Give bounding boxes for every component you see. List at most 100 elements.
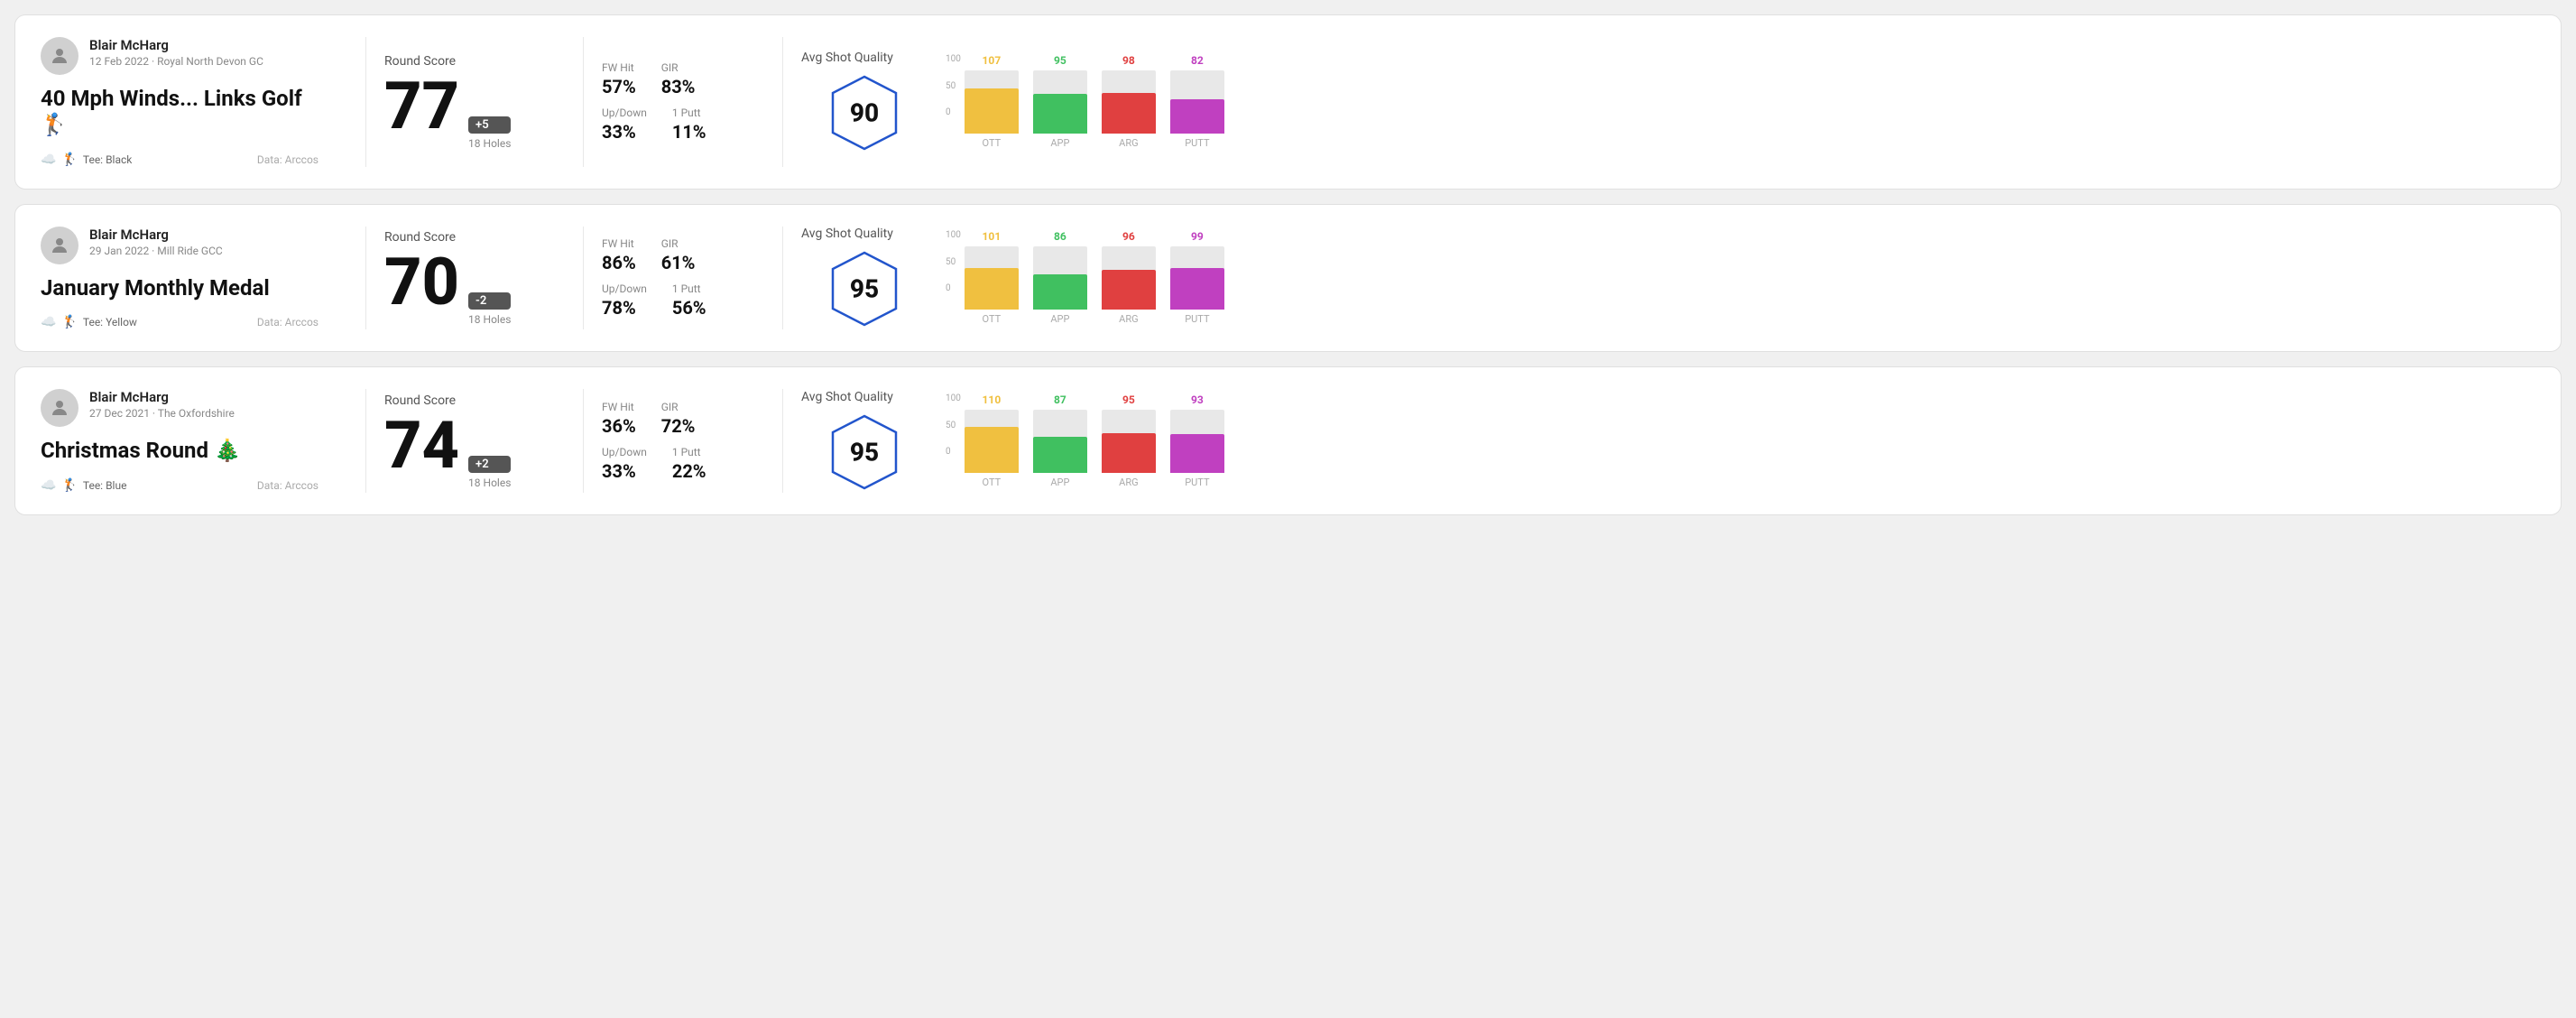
score-section: Round Score 70 -2 18 Holes [384,227,565,330]
up-down-value: 33% [602,460,647,482]
score-diff: +2 [468,456,511,473]
chart-bar-area-ott [965,70,1019,134]
up-down-label: Up/Down [602,282,647,295]
stats-row-bottom: Up/Down 33% 1 Putt 22% [602,446,764,482]
score-label: Round Score [384,230,565,245]
stat-up-down: Up/Down 78% [602,282,647,319]
chart-bar-area-putt [1170,70,1224,134]
stat-one-putt: 1 Putt 56% [672,282,706,319]
quality-section: Avg Shot Quality 95 [801,227,928,330]
chart-value-ott: 107 [983,54,1002,67]
chart-bar-arg [1102,270,1156,310]
avatar [41,37,78,75]
cloud-icon: ☁️ [41,315,56,329]
chart-label-app: APP [1050,477,1069,488]
holes-text: 18 Holes [468,313,511,326]
user-avatar-icon [49,235,70,256]
fw-hit-label: FW Hit [602,61,636,74]
chart-label-putt: PUTT [1185,313,1209,325]
fw-hit-value: 57% [602,76,636,97]
tee-info: ☁️ 🏌️ Tee: Blue [41,478,126,493]
round-card: Blair McHarg 27 Dec 2021 · The Oxfordshi… [14,366,2562,515]
bag-icon: 🏌️ [61,478,77,493]
fw-hit-value: 86% [602,252,636,273]
stat-gir: GIR 61% [661,237,696,273]
chart-col-putt: 82 PUTT [1170,54,1224,149]
one-putt-value: 56% [672,297,706,319]
bar-chart: 107 OTT 95 APP [965,54,1224,149]
stats-row-bottom: Up/Down 33% 1 Putt 11% [602,106,764,143]
chart-value-app: 95 [1054,54,1066,67]
chart-bar-app [1033,94,1087,134]
hexagon-container: 90 [824,72,905,153]
chart-bar-ott [965,88,1019,134]
left-section: Blair McHarg 27 Dec 2021 · The Oxfordshi… [41,389,347,493]
score-row: 70 -2 18 Holes [384,250,565,326]
score-row: 74 +2 18 Holes [384,413,565,489]
bar-chart: 110 OTT 87 APP [965,393,1224,488]
user-details: Blair McHarg 27 Dec 2021 · The Oxfordshi… [89,389,235,420]
chart-bar-ott [965,268,1019,310]
user-avatar-icon [49,397,70,419]
bottom-row: ☁️ 🏌️ Tee: Black Data: Arccos [41,153,319,167]
gir-label: GIR [661,237,696,250]
round-card: Blair McHarg 12 Feb 2022 · Royal North D… [14,14,2562,190]
chart-section: 100 50 0 110 OTT 87 [928,389,2535,493]
gir-label: GIR [661,61,696,74]
score-number: 74 [384,413,459,478]
score-badge-group: +2 18 Holes [468,456,511,489]
chart-value-arg: 96 [1122,230,1135,243]
chart-value-ott: 110 [983,393,1002,406]
stats-section: FW Hit 57% GIR 83% Up/Down 33% 1 Putt [602,37,764,167]
bag-icon: 🏌️ [61,153,77,167]
score-number: 77 [384,74,459,139]
chart-label-arg: ARG [1119,137,1138,149]
tee-info: ☁️ 🏌️ Tee: Black [41,153,132,167]
up-down-value: 33% [602,121,647,143]
quality-section: Avg Shot Quality 95 [801,389,928,493]
chart-col-app: 86 APP [1033,230,1087,325]
chart-bar-app [1033,274,1087,310]
chart-label-putt: PUTT [1185,137,1209,149]
stat-up-down: Up/Down 33% [602,446,647,482]
chart-label-app: APP [1050,313,1069,325]
chart-bar-area-ott [965,246,1019,310]
chart-with-axis: 100 50 0 101 OTT 86 [946,230,2535,325]
divider-left [365,37,366,167]
chart-bar-putt [1170,268,1224,310]
chart-y-axis: 100 50 0 [946,393,961,457]
user-date-course: 29 Jan 2022 · Mill Ride GCC [89,245,223,257]
chart-bar-area-arg [1102,410,1156,473]
chart-bar-area-putt [1170,410,1224,473]
chart-label-arg: ARG [1119,313,1138,325]
up-down-value: 78% [602,297,647,319]
avatar [41,227,78,264]
fw-hit-label: FW Hit [602,401,636,413]
quality-score: 90 [850,97,879,127]
chart-value-app: 86 [1054,230,1066,243]
gir-value: 72% [661,415,696,437]
score-label: Round Score [384,54,565,69]
score-row: 77 +5 18 Holes [384,74,565,150]
one-putt-value: 11% [672,121,706,143]
chart-bar-arg [1102,93,1156,134]
fw-hit-label: FW Hit [602,237,636,250]
chart-col-ott: 107 OTT [965,54,1019,149]
chart-bar-ott [965,427,1019,473]
divider-right [782,227,783,330]
left-section: Blair McHarg 29 Jan 2022 · Mill Ride GCC… [41,227,347,330]
score-diff: +5 [468,116,511,134]
chart-bar-area-arg [1102,70,1156,134]
user-info: Blair McHarg 29 Jan 2022 · Mill Ride GCC [41,227,319,264]
left-section: Blair McHarg 12 Feb 2022 · Royal North D… [41,37,347,167]
stat-gir: GIR 83% [661,61,696,97]
chart-col-app: 87 APP [1033,393,1087,488]
chart-bar-area-app [1033,70,1087,134]
user-info: Blair McHarg 12 Feb 2022 · Royal North D… [41,37,319,75]
chart-label-ott: OTT [983,477,1002,488]
chart-bar-area-ott [965,410,1019,473]
round-title: 40 Mph Winds... Links Golf 🏌️ [41,86,319,138]
score-diff: -2 [468,292,511,310]
gir-label: GIR [661,401,696,413]
chart-value-putt: 82 [1191,54,1204,67]
